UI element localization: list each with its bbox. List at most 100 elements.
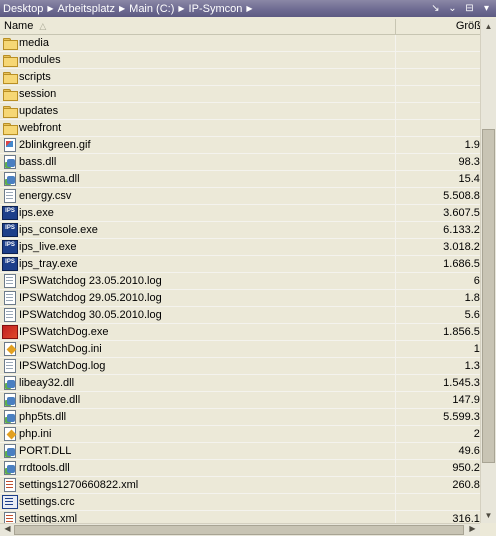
file-row[interactable]: php.ini 25	[0, 426, 480, 443]
text-file-icon	[2, 274, 18, 288]
file-row[interactable]: settings.xml316.15	[0, 511, 480, 523]
file-row[interactable]: IPSWatchDog.exe 1.856.51	[0, 324, 480, 341]
file-size-cell: 5.599.30	[397, 409, 480, 425]
file-row[interactable]: IPSWatchdog 30.05.2010.log 5.61	[0, 307, 480, 324]
file-row[interactable]: IPSWatchdog 29.05.2010.log 1.86	[0, 290, 480, 307]
scroll-right-icon[interactable]: ▶	[465, 522, 480, 535]
breadcrumb-separator-icon[interactable]: ▶	[119, 4, 125, 13]
folder-icon	[2, 53, 18, 67]
file-row[interactable]: php5ts.dll 5.599.30	[0, 409, 480, 426]
scroll-up-icon[interactable]: ▲	[481, 19, 496, 34]
file-row[interactable]: 2blinkgreen.gif 1.96	[0, 137, 480, 154]
file-row[interactable]: IPSWatchdog 23.05.2010.log 61	[0, 273, 480, 290]
horizontal-scroll-thumb[interactable]	[14, 525, 464, 535]
file-size-cell	[397, 86, 480, 102]
resize-icon[interactable]: ↘	[428, 2, 443, 15]
text-file-icon	[2, 291, 18, 305]
file-size-cell	[397, 35, 480, 51]
file-size-cell: 61	[397, 273, 480, 289]
file-name-cell: updates	[0, 103, 396, 119]
file-row[interactable]: webfront	[0, 120, 480, 137]
file-row[interactable]: media	[0, 35, 480, 52]
column-name-label: Name	[4, 20, 34, 32]
file-name: ips.exe	[19, 207, 54, 219]
file-size-cell: 18	[397, 341, 480, 357]
file-name: scripts	[19, 71, 51, 83]
file-row[interactable]: ips.exe 3.607.55	[0, 205, 480, 222]
file-size-cell: 3.607.55	[397, 205, 480, 221]
file-size: 49.66	[458, 445, 480, 457]
file-row[interactable]: PORT.DLL 49.66	[0, 443, 480, 460]
file-name-cell: settings.xml	[0, 511, 396, 523]
file-size-cell: 15.42	[397, 171, 480, 187]
file-name-cell: session	[0, 86, 396, 102]
file-size-cell	[397, 120, 480, 136]
column-header-name[interactable]: Name △	[0, 19, 396, 34]
file-row[interactable]: bass.dll 98.36	[0, 154, 480, 171]
dll-file-icon	[2, 444, 18, 458]
file-size: 5.599.30	[443, 411, 480, 423]
file-name-cell: settings1270660822.xml	[0, 477, 396, 493]
file-name-cell: ips_live.exe	[0, 239, 396, 255]
file-row[interactable]: rrdtools.dll 950.27	[0, 460, 480, 477]
file-row[interactable]: ips_live.exe 3.018.24	[0, 239, 480, 256]
text-file-icon	[2, 359, 18, 373]
file-row[interactable]: ips_tray.exe 1.686.52	[0, 256, 480, 273]
scroll-down-icon[interactable]: ▼	[481, 508, 496, 523]
file-row[interactable]: settings1270660822.xml 260.85	[0, 477, 480, 494]
file-row[interactable]: IPSWatchDog.ini 18	[0, 341, 480, 358]
dll-file-icon	[2, 155, 18, 169]
file-name-cell: libeay32.dll	[0, 375, 396, 391]
file-row[interactable]: libnodave.dll 147.96	[0, 392, 480, 409]
ini-file-icon	[2, 342, 18, 356]
breadcrumb-item[interactable]: IP-Symcon	[189, 3, 243, 15]
file-size: 5.61	[464, 309, 480, 321]
breadcrumb-separator-icon[interactable]: ▶	[47, 4, 53, 13]
file-size-cell: 147.96	[397, 392, 480, 408]
file-name: settings1270660822.xml	[19, 479, 139, 491]
file-row[interactable]: ips_console.exe 6.133.25	[0, 222, 480, 239]
file-size-cell: 6.133.25	[397, 222, 480, 238]
breadcrumb-item[interactable]: Main (C:)	[129, 3, 174, 15]
file-row[interactable]: IPSWatchDog.log 1.39	[0, 358, 480, 375]
breadcrumb-item[interactable]: Desktop	[3, 3, 43, 15]
file-name: modules	[19, 54, 61, 66]
dropdown-icon[interactable]: ▾	[479, 2, 494, 15]
file-name: IPSWatchdog 23.05.2010.log	[19, 275, 162, 287]
file-row[interactable]: updates	[0, 103, 480, 120]
file-name: 2blinkgreen.gif	[19, 139, 91, 151]
file-size-cell: 98.36	[397, 154, 480, 170]
breadcrumb-separator-icon[interactable]: ▶	[178, 4, 184, 13]
file-size-cell	[397, 103, 480, 119]
file-row[interactable]: libeay32.dll 1.545.30	[0, 375, 480, 392]
vertical-scrollbar[interactable]: ▲ ▼	[480, 19, 496, 523]
ips-exe-icon	[2, 206, 18, 220]
file-name-cell: rrdtools.dll	[0, 460, 396, 476]
view-mode-icon[interactable]: ⊟	[462, 2, 477, 15]
file-row[interactable]: basswma.dll 15.42	[0, 171, 480, 188]
breadcrumb-item[interactable]: Arbeitsplatz	[58, 3, 115, 15]
ips-exe-icon	[2, 257, 18, 271]
horizontal-scrollbar[interactable]: ◀ ▶	[0, 523, 480, 536]
column-header-size[interactable]: Größe	[397, 19, 480, 34]
watchdog-exe-icon	[2, 325, 18, 339]
file-row[interactable]: settings.crc 1	[0, 494, 480, 511]
file-size-cell: 1.86	[397, 290, 480, 306]
collapse-icon[interactable]: ⌄	[445, 2, 460, 15]
file-size-cell	[397, 69, 480, 85]
text-file-icon	[2, 189, 18, 203]
scroll-left-icon[interactable]: ◀	[0, 522, 15, 535]
vertical-scroll-thumb[interactable]	[482, 129, 495, 463]
file-row[interactable]: modules	[0, 52, 480, 69]
file-row[interactable]: session	[0, 86, 480, 103]
file-name: IPSWatchdog 29.05.2010.log	[19, 292, 162, 304]
breadcrumb-separator-icon[interactable]: ▶	[246, 4, 252, 13]
file-name: IPSWatchdog 30.05.2010.log	[19, 309, 162, 321]
file-list: media modules scripts session updates webfron…	[0, 35, 480, 523]
file-row[interactable]: energy.csv 5.508.88	[0, 188, 480, 205]
file-name-cell: ips_console.exe	[0, 222, 396, 238]
file-row[interactable]: scripts	[0, 69, 480, 86]
file-name: media	[19, 37, 49, 49]
file-name: IPSWatchDog.log	[19, 360, 106, 372]
file-size: 1.86	[464, 292, 480, 304]
